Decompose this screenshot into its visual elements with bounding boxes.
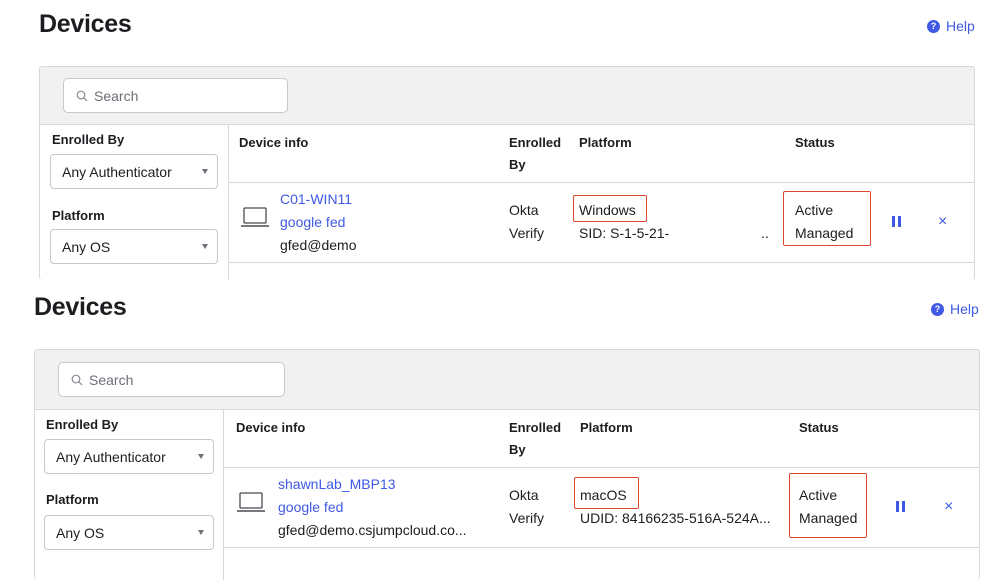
col-enrolled-by-line2: By <box>509 442 526 457</box>
table-header: Device info Enrolled By Platform Status <box>224 410 979 468</box>
enrolled-by-label: Enrolled By <box>52 132 125 147</box>
question-circle-icon: ? <box>931 302 944 316</box>
search-placeholder: Search <box>89 371 134 388</box>
col-enrolled-by-line2: By <box>509 157 526 172</box>
help-link[interactable]: ? Help <box>931 301 979 317</box>
status-line2: Managed <box>799 510 858 526</box>
col-status: Status <box>795 135 835 150</box>
col-platform: Platform <box>580 420 633 435</box>
search-bar: Search <box>35 350 979 410</box>
platform-select[interactable]: Any OS <box>50 229 218 264</box>
enrolled-by-select[interactable]: Any Authenticator <box>50 154 218 189</box>
user-name-link[interactable]: google fed <box>278 496 343 519</box>
platform-select[interactable]: Any OS <box>44 515 214 550</box>
close-icon[interactable]: × <box>938 214 947 230</box>
table-row: shawnLab_MBP13 google fed gfed@demo.csju… <box>224 468 979 548</box>
help-label: Help <box>950 301 979 317</box>
col-device-info: Device info <box>239 135 309 150</box>
pause-icon[interactable] <box>896 501 906 512</box>
platform-value: Any OS <box>62 238 111 255</box>
help-link[interactable]: ? Help <box>927 18 975 34</box>
question-circle-icon: ? <box>927 19 940 33</box>
laptop-icon <box>241 207 269 227</box>
devices-table: Device info Enrolled By Platform Status … <box>229 125 974 280</box>
table-header: Device info Enrolled By Platform Status <box>229 125 974 183</box>
chevron-down-icon <box>202 169 208 174</box>
search-input[interactable]: Search <box>63 78 288 113</box>
devices-card: Search Enrolled By Any Authenticator Pla… <box>39 66 975 280</box>
enrolled-by-value: Any Authenticator <box>62 163 172 180</box>
platform-label: Platform <box>46 492 99 507</box>
page-title: Devices <box>34 293 127 321</box>
platform-name: macOS <box>580 487 627 503</box>
search-icon <box>71 374 83 385</box>
table-row: C01-WIN11 google fed gfed@demo Okta Veri… <box>229 183 974 263</box>
pause-icon[interactable] <box>892 216 902 227</box>
filters-sidebar: Enrolled By Any Authenticator Platform A… <box>35 410 224 580</box>
help-label: Help <box>946 18 975 34</box>
enrolled-by-line1: Okta <box>509 487 539 503</box>
laptop-icon <box>237 492 265 512</box>
col-status: Status <box>799 420 839 435</box>
platform-label: Platform <box>52 208 105 223</box>
devices-table: Device info Enrolled By Platform Status … <box>224 410 979 580</box>
enrolled-by-label: Enrolled By <box>46 417 119 432</box>
device-name-link[interactable]: C01-WIN11 <box>280 188 352 211</box>
enrolled-by-select[interactable]: Any Authenticator <box>44 439 214 474</box>
status-line1: Active <box>799 487 838 503</box>
platform-id: SID: S-1-5-21- <box>579 225 670 241</box>
platform-id: UDID: 84166235-516A-524A... <box>580 510 771 526</box>
enrolled-by-line2: Verify <box>509 225 545 241</box>
col-platform: Platform <box>579 135 632 150</box>
devices-panel-1: Devices ? Help Search Enrolled By Any Au… <box>0 0 998 280</box>
search-icon <box>76 90 88 101</box>
devices-card: Search Enrolled By Any Authenticator Pla… <box>34 349 980 580</box>
platform-name: Windows <box>579 202 636 218</box>
page-title: Devices <box>39 10 132 38</box>
platform-value: Any OS <box>56 524 105 541</box>
filters-sidebar: Enrolled By Any Authenticator Platform A… <box>40 125 229 280</box>
platform-id-overflow: .. <box>761 225 769 241</box>
status-line2: Managed <box>795 225 854 241</box>
col-enrolled-by-line1: Enrolled <box>509 135 562 150</box>
col-enrolled-by-line1: Enrolled <box>509 420 562 435</box>
enrolled-by-value: Any Authenticator <box>56 448 166 465</box>
chevron-down-icon <box>198 454 204 459</box>
search-placeholder: Search <box>94 87 139 104</box>
chevron-down-icon <box>202 244 208 249</box>
search-input[interactable]: Search <box>58 362 285 397</box>
status-line1: Active <box>795 202 834 218</box>
col-device-info: Device info <box>236 420 306 435</box>
close-icon[interactable]: × <box>944 499 953 515</box>
device-name-link[interactable]: shawnLab_MBP13 <box>278 473 396 496</box>
enrolled-by-line2: Verify <box>509 510 545 526</box>
search-bar: Search <box>40 67 974 125</box>
user-name-link[interactable]: google fed <box>280 211 345 234</box>
chevron-down-icon <box>198 530 204 535</box>
user-email: gfed@demo.csjumpcloud.co... <box>278 522 467 538</box>
devices-panel-2: Devices ? Help Search Enrolled By Any Au… <box>0 283 998 580</box>
user-email: gfed@demo <box>280 237 357 253</box>
enrolled-by-line1: Okta <box>509 202 539 218</box>
